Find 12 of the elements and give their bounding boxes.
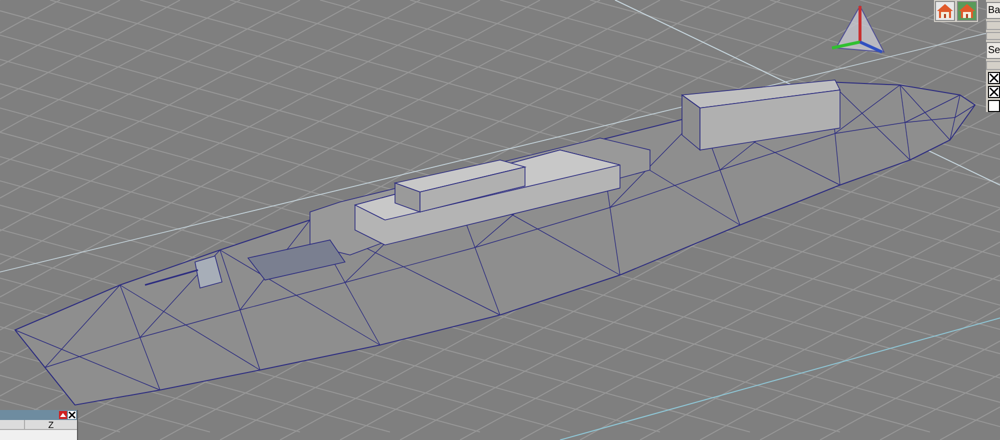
panel-button[interactable]: Ba [986, 2, 1000, 19]
house-icon [958, 3, 976, 19]
home-button[interactable] [935, 1, 955, 21]
home-button[interactable] [957, 1, 977, 21]
checkbox[interactable] [988, 100, 1000, 112]
checkbox[interactable] [988, 86, 1000, 98]
collapse-icon[interactable] [59, 411, 67, 419]
close-icon[interactable] [68, 411, 76, 419]
house-icon [936, 3, 954, 19]
panel-button[interactable]: Se [986, 42, 1000, 60]
column-header: Z [47, 420, 55, 429]
checkbox[interactable] [988, 72, 1000, 84]
